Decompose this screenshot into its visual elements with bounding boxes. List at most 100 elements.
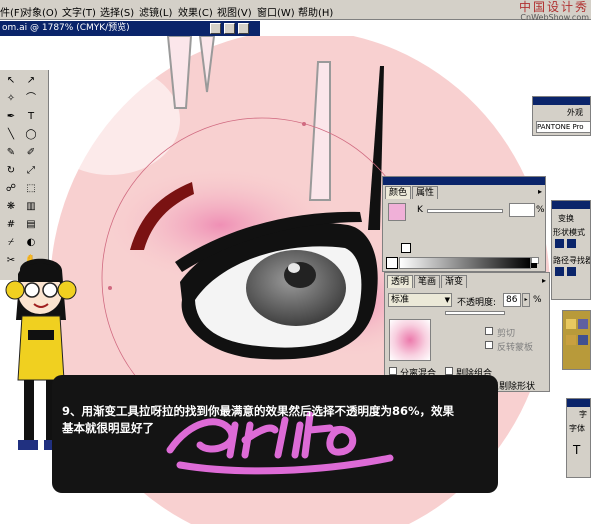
iris — [246, 250, 346, 326]
k-value-field[interactable] — [509, 203, 535, 217]
type-tool-icon[interactable]: T — [24, 110, 38, 124]
pathfinder-label: 路径寻找器 — [553, 256, 591, 265]
site-watermark: 中国设计秀 CnWebShow.com — [519, 1, 589, 22]
k-slider[interactable] — [427, 209, 503, 213]
selection-tool-icon[interactable]: ↖ — [4, 74, 18, 88]
swatch[interactable] — [566, 319, 576, 329]
document-title-bar: om.ai @ 1787% (CMYK/预览) — [0, 21, 260, 36]
opacity-percent: % — [533, 295, 542, 305]
menu-file[interactable]: 件(F) — [0, 4, 24, 19]
magic-wand-tool-icon[interactable]: ✧ — [4, 92, 18, 106]
appearance-titlebar[interactable] — [533, 97, 590, 105]
color-panel-titlebar[interactable] — [383, 177, 545, 185]
scale-tool-icon[interactable]: ⤢ — [24, 164, 38, 178]
none-color-icon[interactable] — [386, 257, 398, 269]
menu-window[interactable]: 窗口(W) — [257, 4, 295, 19]
menu-object[interactable]: 对象(O) — [22, 4, 58, 19]
knockout-group-checkbox[interactable] — [445, 367, 453, 375]
mascot-glasses-left — [24, 282, 40, 298]
mascot-jacket — [17, 315, 65, 381]
pencil-tool-icon[interactable]: ✐ — [24, 146, 38, 160]
divide-icon[interactable] — [555, 267, 564, 276]
direct-selection-tool-icon[interactable]: ↗ — [24, 74, 38, 88]
headphone-right-icon — [57, 280, 77, 300]
black-swatch[interactable] — [531, 263, 537, 268]
add-shape-icon[interactable] — [555, 239, 564, 248]
caption-line-2: 基本就很明显好了 — [62, 421, 154, 435]
free-transform-tool-icon[interactable]: ⬚ — [24, 182, 38, 196]
transparency-panel: 透明 笔画 渐变 ▸ 标准 ▼ 不透明度: 86 ▸ % 剪切 反转蒙板 分离混合 … — [384, 272, 550, 392]
symbol-sprayer-tool-icon[interactable]: ❋ — [4, 200, 18, 214]
watermark-title: 中国设计秀 — [518, 0, 589, 14]
font-size-icon[interactable]: T — [573, 443, 580, 457]
maximize-button[interactable] — [224, 23, 235, 34]
menu-help[interactable]: 帮助(H) — [298, 4, 333, 19]
swatch[interactable] — [578, 319, 588, 329]
graph-tool-icon[interactable]: ▥ — [24, 200, 38, 214]
tab-gradient[interactable]: 渐变 — [441, 275, 468, 288]
subtract-shape-icon[interactable] — [567, 239, 576, 248]
line-tool-icon[interactable]: ╲ — [4, 128, 18, 142]
pathfinder-titlebar[interactable] — [552, 201, 590, 209]
face-highlight — [40, 65, 180, 175]
shape-mode-label: 形状模式 — [553, 228, 585, 237]
ellipse-tool-icon[interactable]: ◯ — [24, 128, 38, 142]
font-label: 字体 — [569, 424, 585, 433]
character-panel: 字 字体 T — [566, 398, 591, 478]
opacity-input[interactable]: 86 — [503, 293, 521, 307]
mascot-glasses-right — [42, 282, 58, 298]
opacity-dropdown-arrow[interactable]: ▸ — [522, 293, 530, 307]
mascot-jacket-stripe — [28, 330, 54, 340]
mesh-tool-icon[interactable]: # — [4, 218, 18, 232]
menu-filter[interactable]: 滤镜(L) — [139, 4, 172, 19]
eyedropper-tool-icon[interactable]: ⌿ — [4, 236, 18, 250]
rotate-tool-icon[interactable]: ↻ — [4, 164, 18, 178]
tab-transparency[interactable]: 透明 — [387, 275, 414, 288]
isolate-blending-checkbox[interactable] — [389, 367, 397, 375]
minimize-button[interactable] — [210, 23, 221, 34]
clip-label: 剪切 — [497, 329, 516, 339]
blend-tool-icon[interactable]: ◐ — [24, 236, 38, 250]
tutorial-caption: 9、用渐变工具拉呀拉的找到你最满意的效果然后选择不透明度为86%，效果 基本就很… — [62, 403, 492, 437]
tab-stroke[interactable]: 笔画 — [414, 275, 441, 288]
menu-type[interactable]: 文字(T) — [62, 4, 96, 19]
menu-effect[interactable]: 效果(C) — [178, 4, 213, 19]
pen-tool-icon[interactable]: ✒ — [4, 110, 18, 124]
panel-menu-icon[interactable]: ▸ — [542, 276, 546, 285]
swatch[interactable] — [566, 335, 576, 345]
opacity-slider[interactable] — [445, 311, 505, 315]
warp-tool-icon[interactable]: ☍ — [4, 182, 18, 196]
chevron-down-icon: ▼ — [444, 296, 450, 304]
lasso-tool-icon[interactable]: ⌒ — [24, 92, 38, 106]
trim-icon[interactable] — [567, 267, 576, 276]
anchor-point[interactable] — [302, 122, 306, 126]
close-button[interactable] — [238, 23, 249, 34]
color-ramp[interactable] — [399, 257, 531, 269]
tab-transform[interactable]: 变换 — [558, 213, 574, 224]
none-swatch[interactable] — [401, 243, 411, 253]
clip-checkbox[interactable] — [485, 327, 493, 335]
pathfinder-panel: 变换 形状模式 路径寻找器 — [551, 200, 591, 300]
fill-swatch[interactable] — [388, 203, 406, 221]
blend-mode-select[interactable]: 标准 ▼ — [388, 293, 452, 307]
menu-bar: 件(F) 对象(O) 文字(T) 选择(S) 滤镜(L) 效果(C) 视图(V)… — [0, 0, 591, 22]
appearance-panel: 外观 PANTONE Pro — [532, 96, 591, 136]
document-title: om.ai @ 1787% (CMYK/预览) — [2, 23, 130, 33]
invert-mask-checkbox[interactable] — [485, 341, 493, 349]
tab-character[interactable]: 字 — [579, 409, 587, 420]
blend-mode-value: 标准 — [391, 295, 410, 305]
tab-attributes[interactable]: 属性 — [412, 186, 439, 199]
menu-view[interactable]: 视图(V) — [217, 4, 252, 19]
anchor-point[interactable] — [108, 286, 112, 290]
tab-appearance[interactable]: 外观 — [567, 107, 583, 118]
watermark-url: CnWebShow.com — [520, 13, 589, 22]
pantone-swatch-name[interactable]: PANTONE Pro — [536, 121, 590, 133]
tab-color[interactable]: 颜色 — [385, 186, 412, 199]
paintbrush-tool-icon[interactable]: ✎ — [4, 146, 18, 160]
swatch[interactable] — [578, 335, 588, 345]
panel-menu-icon[interactable]: ▸ — [538, 187, 542, 196]
character-titlebar[interactable] — [567, 399, 590, 407]
gradient-tool-icon[interactable]: ▤ — [24, 218, 38, 232]
menu-select[interactable]: 选择(S) — [100, 4, 134, 19]
pupil-highlight — [288, 263, 300, 273]
